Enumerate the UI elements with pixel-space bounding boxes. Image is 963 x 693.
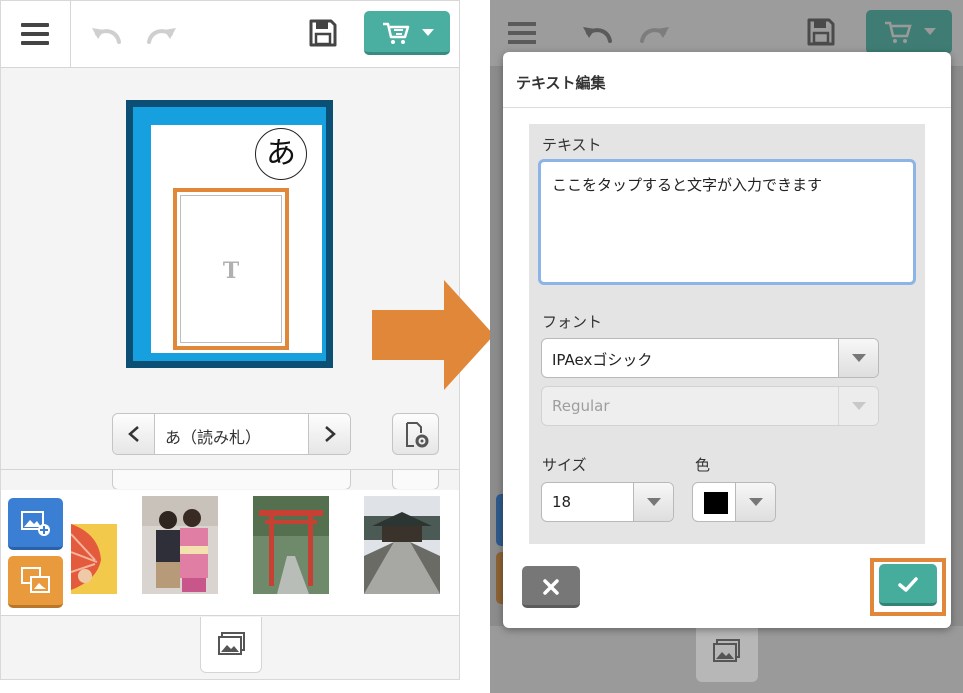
ghost-settings (392, 470, 439, 489)
text-form: テキスト ここをタップすると文字が入力できます フォント IPAexゴシック R… (529, 124, 925, 544)
chevron-down-icon (422, 29, 434, 36)
kana-badge[interactable]: あ (255, 128, 307, 180)
add-photo-icon (21, 511, 50, 536)
gallery-icon (713, 639, 740, 662)
photo-strip (1, 490, 459, 616)
photo-thumbnail-umbrella[interactable] (71, 510, 117, 608)
close-icon (543, 579, 559, 595)
save-icon (807, 18, 835, 46)
font-select-value: IPAexゴシック (552, 351, 653, 369)
design-canvas-area: あ T (1, 69, 459, 469)
chevron-down-icon (924, 28, 936, 35)
color-label: 色 (695, 456, 711, 474)
transition-arrow-icon (372, 280, 494, 390)
undo-icon[interactable] (89, 22, 125, 46)
cart-button[interactable] (364, 11, 450, 55)
cancel-button[interactable] (522, 566, 580, 608)
text-placeholder-icon: T (222, 258, 240, 284)
ghost-pager (112, 470, 351, 489)
dialog-title: テキスト編集 (516, 74, 606, 92)
next-card-button[interactable] (308, 414, 350, 454)
text-input[interactable]: ここをタップすると文字が入力できます (538, 159, 916, 285)
chevron-left-icon (128, 426, 139, 442)
text-box[interactable]: T (180, 195, 282, 343)
card-pager: あ（読み札） (112, 413, 351, 455)
text-edit-screen: テキスト編集 テキスト ここをタップすると文字が入力できます フォント IPAe… (490, 0, 963, 693)
redo-icon[interactable] (143, 22, 179, 46)
font-select[interactable]: IPAexゴシック (541, 338, 879, 378)
size-label: サイズ (542, 456, 587, 474)
photo-thumbnail-shrine[interactable] (364, 496, 440, 594)
size-select-value: 18 (552, 493, 572, 511)
page-settings-button[interactable] (392, 413, 439, 455)
color-swatch (704, 492, 728, 514)
chevron-down-icon (838, 339, 878, 377)
font-weight-value: Regular (552, 397, 610, 415)
top-toolbar (1, 1, 459, 68)
color-select[interactable] (692, 482, 776, 522)
prev-card-button[interactable] (113, 414, 155, 454)
size-select[interactable]: 18 (541, 482, 674, 522)
undo-icon (583, 27, 612, 43)
menu-icon (508, 22, 538, 44)
confirm-button[interactable] (879, 564, 937, 606)
page-settings-icon (406, 422, 429, 448)
photo-thumbnail-torii[interactable] (253, 496, 329, 594)
gallery-tab[interactable] (200, 617, 262, 673)
chevron-down-icon (838, 387, 878, 425)
cart-button (866, 10, 952, 54)
gallery-tab (696, 626, 758, 682)
menu-icon (21, 23, 49, 45)
font-weight-select: Regular (541, 386, 879, 426)
cart-icon (383, 22, 410, 44)
swap-photo-icon (21, 567, 50, 593)
text-box-highlight[interactable]: T (173, 188, 289, 350)
dialog-divider (503, 107, 951, 108)
check-icon (898, 577, 918, 592)
current-card-label: あ（読み札） (165, 428, 262, 447)
text-label: テキスト (542, 136, 602, 154)
save-icon[interactable] (308, 18, 338, 48)
add-photo-button[interactable] (8, 498, 63, 550)
photo-thumbnail-kimono[interactable] (142, 496, 218, 594)
redo-icon (640, 27, 669, 43)
menu-button[interactable] (1, 1, 71, 68)
scrolled-toolbar-shadow (1, 469, 459, 489)
cart-icon (885, 21, 912, 43)
dimmed-bottom-bar (490, 626, 963, 693)
chevron-right-icon (325, 426, 336, 442)
font-label: フォント (542, 313, 603, 331)
text-edit-dialog: テキスト編集 テキスト ここをタップすると文字が入力できます フォント IPAe… (503, 52, 951, 628)
gallery-icon (218, 632, 245, 655)
chevron-down-icon (633, 483, 673, 521)
chevron-down-icon (735, 483, 775, 521)
swap-photo-button[interactable] (8, 556, 63, 608)
